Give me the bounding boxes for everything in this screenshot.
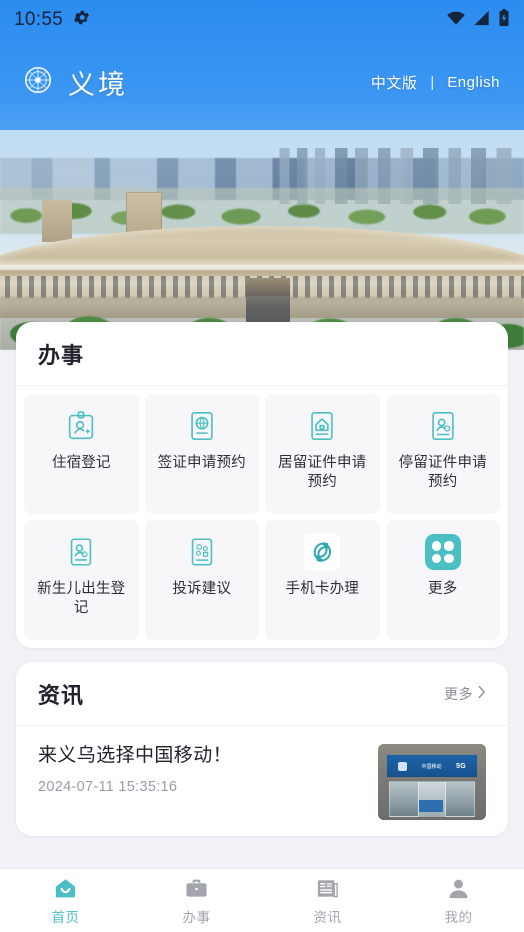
hero-banner (0, 0, 524, 350)
news-list-item[interactable]: 来义乌选择中国移动！ 2024-07-11 15:35:16 中国移动 5G (16, 726, 508, 836)
language-switcher[interactable]: 中文版 | English (371, 72, 500, 93)
service-tile-label: 停留证件申请预约 (398, 455, 487, 490)
document-newborn-icon (63, 534, 99, 570)
wifi-icon (446, 10, 466, 31)
brand-block: 义境 (24, 63, 128, 102)
service-tile-label: 新生儿出生登记 (37, 581, 126, 616)
status-bar: 10:55 (0, 0, 524, 40)
tab-profile-label: 我的 (444, 909, 473, 925)
service-tile-complaints-suggestions[interactable]: 投诉建议 (144, 520, 259, 640)
service-tile-accommodation-registration[interactable]: 住宿登记 (24, 394, 139, 514)
news-item-date: 2024-07-11 15:35:16 (38, 778, 178, 795)
chevron-right-icon (477, 685, 486, 702)
home-icon (53, 876, 79, 902)
news-item-title: 来义乌选择中国移动！ (38, 745, 233, 766)
services-grid: 住宿登记 签证申请预约 居留证件申请预约 停留证件申请预约 新生儿出生登记 投诉… (16, 386, 508, 648)
yijing-emblem-logo-icon (24, 66, 52, 99)
passport-globe-icon (184, 408, 220, 444)
services-title: 办事 (38, 342, 85, 368)
document-house-icon (304, 408, 340, 444)
gear-icon (72, 8, 91, 32)
tab-services[interactable]: 办事 (131, 876, 262, 926)
service-tile-newborn-registration[interactable]: 新生儿出生登记 (24, 520, 139, 640)
hero-photo-yiwu (0, 130, 524, 350)
service-tile-label: 签证申请预约 (157, 455, 246, 471)
tab-home-label: 首页 (51, 909, 80, 925)
bottom-tab-bar: 首页 办事 资讯 我的 (0, 868, 524, 932)
service-tile-visa-appointment[interactable]: 签证申请预约 (144, 394, 259, 514)
app-header: 义境 中文版 | English (0, 56, 524, 108)
tab-profile[interactable]: 我的 (393, 876, 524, 926)
status-bar-left: 10:55 (14, 8, 91, 32)
service-tile-residence-permit-appointment[interactable]: 居留证件申请预约 (265, 394, 380, 514)
thumb-signboard: 中国移动 5G (386, 754, 478, 778)
thumb-brand-logo-icon (397, 761, 407, 771)
tab-services-label: 办事 (182, 909, 211, 925)
status-bar-right (446, 8, 510, 32)
services-card: 办事 住宿登记 签证申请预约 居留证件申请预约 停留证件申请预约 新生儿出生登记… (16, 322, 508, 648)
news-card: 资讯 更多 来义乌选择中国移动！ 2024-07-11 15:35:16 中国移… (16, 662, 508, 836)
news-card-header: 资讯 更多 (16, 662, 508, 726)
tab-news-label: 资讯 (313, 909, 342, 925)
service-tile-more[interactable]: 更多 (385, 520, 500, 640)
status-bar-clock: 10:55 (14, 9, 64, 30)
tab-home[interactable]: 首页 (0, 876, 131, 926)
language-option-chinese[interactable]: 中文版 (371, 72, 418, 93)
news-more-label: 更多 (444, 685, 473, 702)
thumb-kiosk (419, 800, 443, 813)
cellular-signal-icon (473, 10, 491, 31)
document-person-stay-icon (425, 408, 461, 444)
battery-charging-icon (498, 8, 510, 32)
service-tile-sim-card[interactable]: 手机卡办理 (265, 520, 380, 640)
news-more-button[interactable]: 更多 (444, 684, 486, 704)
service-tile-label: 居留证件申请预约 (278, 455, 367, 490)
thumb-5g-text: 5G (456, 762, 467, 770)
china-mobile-logo-icon (304, 534, 341, 570)
more-grid-icon (424, 534, 461, 570)
language-option-english[interactable]: English (447, 74, 500, 91)
news-item-thumbnail: 中国移动 5G (378, 744, 486, 820)
thumb-brand-text: 中国移动 (421, 763, 442, 770)
service-tile-label: 更多 (428, 581, 458, 597)
tab-news[interactable]: 资讯 (262, 876, 393, 926)
user-profile-icon (446, 876, 472, 902)
app-title: 义境 (68, 69, 128, 100)
service-tile-stay-permit-appointment[interactable]: 停留证件申请预约 (385, 394, 500, 514)
photo-building-left (41, 200, 72, 242)
main-scroll-area[interactable]: 办事 住宿登记 签证申请预约 居留证件申请预约 停留证件申请预约 新生儿出生登记… (0, 322, 524, 868)
id-card-person-add-icon (63, 408, 99, 444)
briefcase-icon (184, 876, 210, 902)
document-feedback-icon (184, 534, 220, 570)
news-item-text: 来义乌选择中国移动！ 2024-07-11 15:35:16 (38, 744, 364, 795)
service-tile-label: 投诉建议 (172, 581, 232, 597)
news-title: 资讯 (38, 682, 85, 708)
service-tile-label: 住宿登记 (51, 455, 111, 471)
services-card-header: 办事 (16, 322, 508, 386)
newspaper-icon (315, 876, 341, 902)
language-separator: | (430, 73, 435, 91)
service-tile-label: 手机卡办理 (285, 581, 359, 597)
